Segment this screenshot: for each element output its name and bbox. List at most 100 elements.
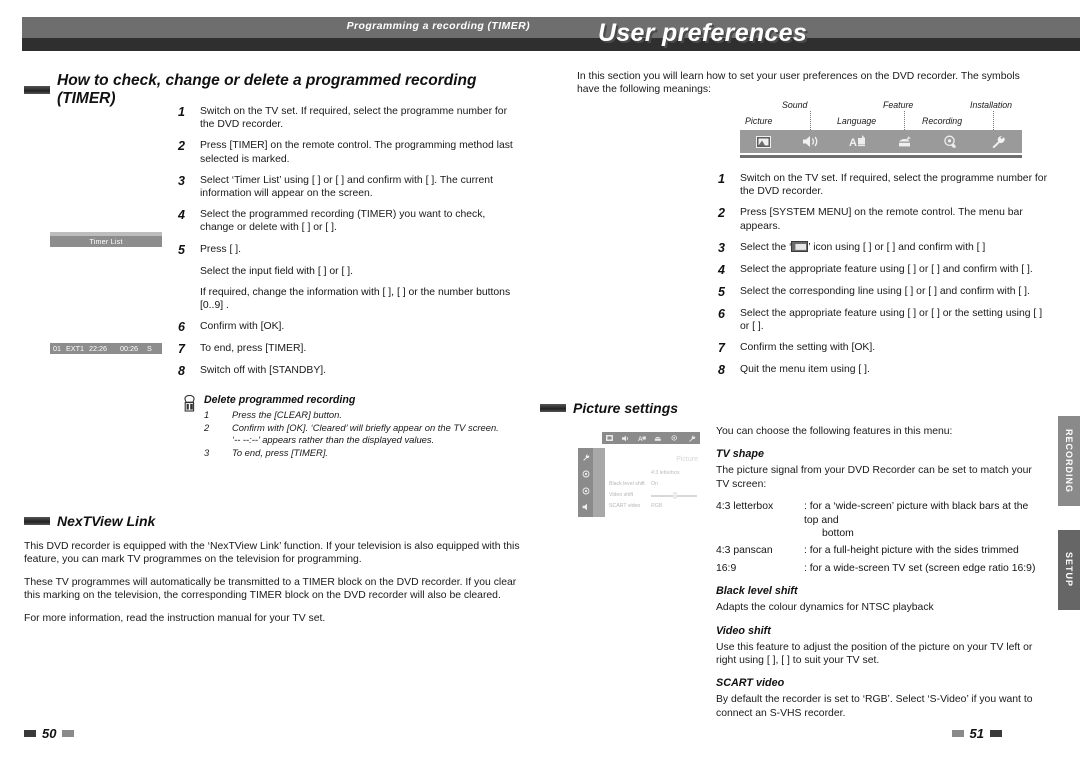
- symbol-label-installation: Installation: [970, 100, 1013, 110]
- page-number-left: 50: [42, 726, 57, 741]
- tv-shape-body: The picture signal from your DVD Recorde…: [716, 465, 1032, 490]
- tip-note: ‘-- --:--’ appears rather than the displ…: [232, 434, 435, 446]
- osd-scart-value: RGB: [651, 503, 663, 509]
- step-text: To end, press [TIMER].: [200, 343, 307, 355]
- option-text: for a ‘wide-screen’ picture with black b…: [804, 501, 1029, 526]
- step-text: Select ‘Timer List’ using [ ] or [ ] and…: [200, 174, 493, 200]
- installation-icon[interactable]: [975, 135, 1022, 149]
- picture-settings-heading-label: Picture settings: [573, 400, 679, 416]
- symbol-tick-installation: [993, 111, 994, 130]
- step-text: Switch on the TV set. If required, selec…: [740, 173, 1048, 198]
- osd-menu-bar: A: [602, 432, 700, 444]
- option-value: : for a ‘wide-screen’ picture with black…: [804, 500, 1036, 527]
- step-text: Press [ ].: [200, 243, 241, 255]
- picture-icon[interactable]: [740, 135, 787, 148]
- option-separator: :: [804, 501, 807, 513]
- osd-tvshape-value: 4:3 letterbox: [651, 470, 680, 476]
- tv-shape-option: 4:3 letterbox : for a ‘wide-screen’ pict…: [716, 500, 1036, 527]
- tip-item-number: 2: [204, 421, 210, 433]
- symbol-label-feature: Feature: [883, 100, 914, 110]
- step-item: 8 Switch off with [STANDBY].: [178, 364, 518, 378]
- step-text-with-icon: Select the ‘ ’ icon using [ ] or [ ] and …: [740, 240, 1053, 255]
- step-item: 1 Switch on the TV set. If required, sel…: [718, 172, 1053, 198]
- feature-icon[interactable]: [881, 135, 928, 149]
- osd-rail-recording-icon: [582, 470, 589, 478]
- tip-item-number: 3: [204, 447, 210, 459]
- edge-tab-setup[interactable]: SETUP: [1058, 530, 1080, 610]
- nextview-section: NexTView Link This DVD recorder is equip…: [24, 513, 524, 634]
- option-separator: :: [804, 545, 807, 557]
- left-page-column: How to check, change or delete a program…: [0, 60, 540, 700]
- sound-icon[interactable]: [787, 135, 834, 148]
- osd-picture-icon: [606, 435, 614, 441]
- osd-videoshift-knob[interactable]: [673, 492, 677, 499]
- tip-block: Delete programmed recording 1 Press the …: [182, 394, 518, 459]
- timer-index: 01: [53, 344, 61, 353]
- step-number: 6: [718, 306, 725, 321]
- option-text: for a wide-screen TV set (screen edge ra…: [809, 562, 1036, 574]
- footer-right: 51: [951, 726, 1002, 741]
- step-number: 5: [718, 284, 725, 299]
- tip-item: 3 To end, press [TIMER].: [204, 447, 518, 460]
- step-item: 6 Select the appropriate feature using […: [718, 307, 1053, 333]
- tip-body: Delete programmed recording 1 Press the …: [204, 394, 518, 459]
- recording-icon[interactable]: [928, 135, 975, 149]
- timer-mode: S: [146, 344, 152, 353]
- osd-blacklevel-label: Black level shift: [609, 481, 645, 487]
- picture-settings-body: You can choose the following features in…: [716, 425, 1036, 729]
- edge-tab-setup-label: SETUP: [1064, 552, 1074, 588]
- step-text: Select the appropriate feature using [ ]…: [740, 263, 1033, 275]
- edge-tab-recording[interactable]: RECORDING: [1058, 416, 1080, 506]
- step-text: Confirm with [OK].: [200, 321, 285, 333]
- black-level-body: Adapts the colour dynamics for NTSC play…: [716, 602, 934, 614]
- tip-item-number: 1: [204, 409, 210, 421]
- heading-dash-icon: [540, 404, 566, 412]
- osd-title: Picture: [676, 456, 698, 463]
- left-steps-list: 1 Switch on the TV set. If required, sel…: [178, 105, 518, 460]
- step-number: 7: [178, 342, 185, 357]
- symbol-tick-feature: [904, 111, 905, 130]
- osd-installation-icon: [688, 435, 695, 442]
- step-text: Press [TIMER] on the remote control. The…: [200, 140, 513, 165]
- picture-icon: [791, 240, 809, 252]
- symbol-label-recording: Recording: [922, 116, 963, 126]
- osd-feature-icon: [655, 436, 662, 441]
- language-icon[interactable]: A: [834, 134, 881, 149]
- picture-settings-heading: Picture settings: [540, 400, 840, 416]
- step-item: 4 Select the programmed recording (TIMER…: [178, 208, 518, 234]
- step-item: 3 Select ‘Timer List’ using [ ] or [ ] a…: [178, 174, 518, 200]
- page-title: User preferences: [598, 19, 808, 47]
- video-shift-body: Use this feature to adjust the position …: [716, 641, 1033, 667]
- step-item: 5 Select the corresponding line using [ …: [718, 285, 1053, 299]
- osd-recording-icon: [671, 434, 677, 441]
- option-key: 4:3 letterbox: [716, 501, 774, 513]
- heading-dash-icon: [24, 517, 50, 525]
- tv-shape-option: 4:3 panscan : for a full-height picture …: [716, 544, 1036, 557]
- step-text: Switch on the TV set. If required, selec…: [200, 106, 508, 131]
- step-item: 5 Press [ ].: [178, 243, 518, 257]
- tv-shape-options: 4:3 letterbox : for a ‘wide-screen’ pict…: [716, 500, 1036, 575]
- symbol-label-language: Language: [837, 116, 877, 126]
- step-item: 7 Confirm the setting with [OK].: [718, 341, 1053, 355]
- step-text: Quit the menu item using [ ].: [740, 364, 870, 376]
- tip-title: Delete programmed recording: [204, 394, 356, 407]
- option-key: 4:3 panscan: [716, 545, 773, 557]
- tv-shape-option: 16:9 : for a wide-screen TV set (screen …: [716, 562, 1036, 575]
- step-item: 1 Switch on the TV set. If required, sel…: [178, 105, 518, 131]
- timer-start: 22:26: [88, 344, 107, 353]
- step-text: Select the programmed recording (TIMER) …: [200, 209, 486, 234]
- picture-settings-intro: You can choose the following features in…: [716, 426, 953, 437]
- banner-grey-bar: [22, 17, 1080, 38]
- option-value: : for a full-height picture with the sid…: [804, 544, 1036, 557]
- osd-language-icon: A: [638, 436, 646, 442]
- symbol-label-sound: Sound: [782, 100, 808, 110]
- scart-video-body: By default the recorder is set to ‘RGB’.…: [716, 694, 1033, 719]
- symbol-strip-underline: [740, 155, 1022, 158]
- option-text: for a full-height picture with the sides…: [809, 545, 1019, 557]
- banner-dark-bar: [22, 38, 1080, 51]
- right-steps-list: 1 Switch on the TV set. If required, sel…: [718, 172, 1053, 385]
- step-item: 3 Select the ‘ ’ icon using [ ] or [ ] an…: [718, 240, 1053, 255]
- step-number: 7: [718, 341, 725, 356]
- left-section-heading-label: How to check, change or delete a program…: [57, 72, 477, 107]
- timer-list-row: 01 EXT1 22:26 00:26 S: [50, 343, 162, 354]
